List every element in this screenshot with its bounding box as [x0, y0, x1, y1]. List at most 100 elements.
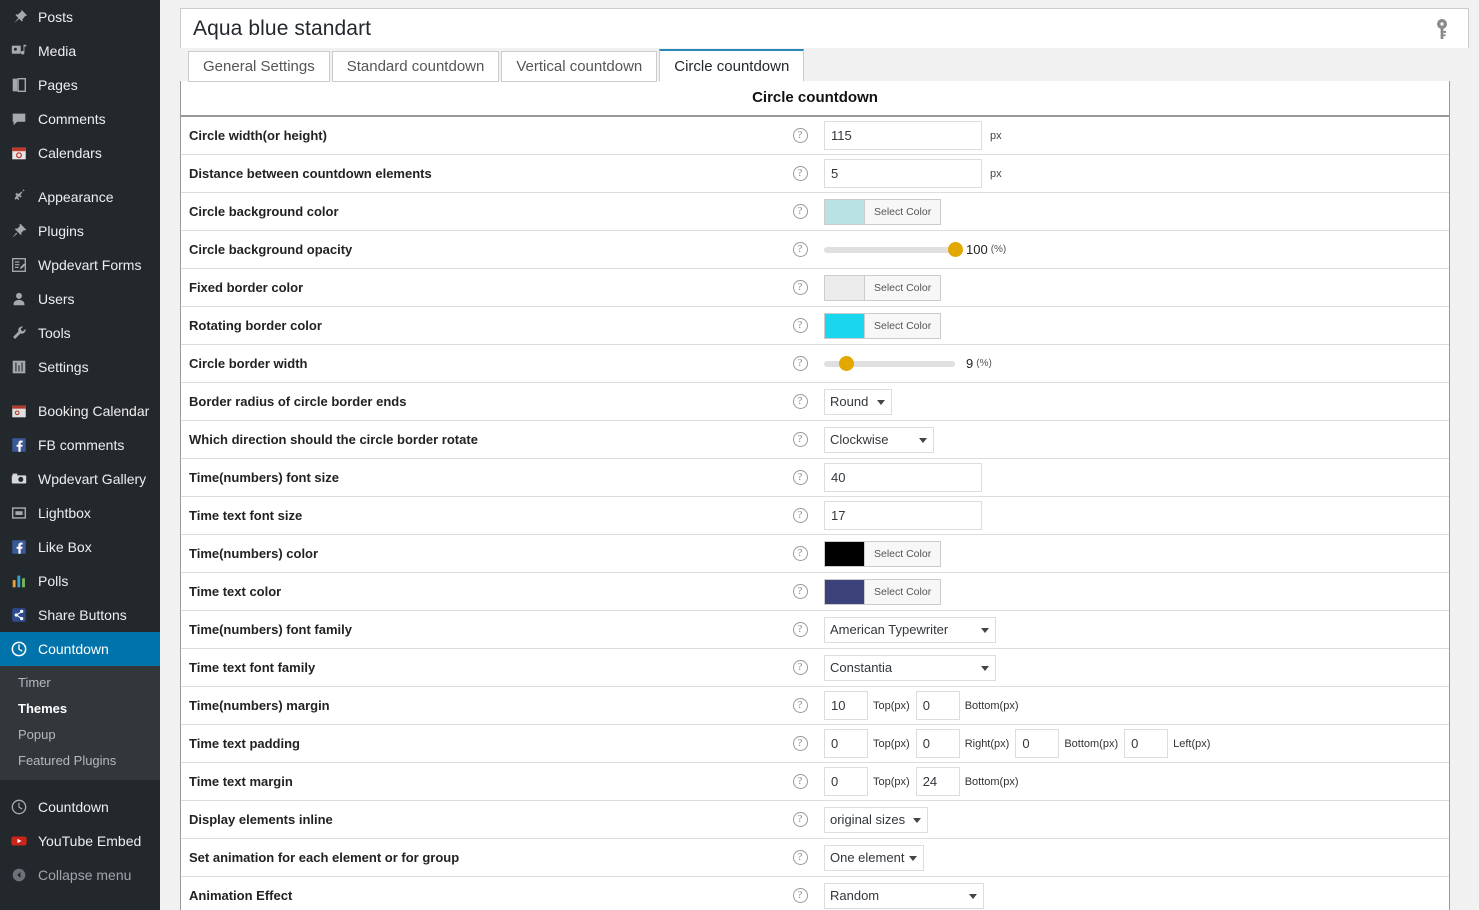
help-icon[interactable]: ? — [792, 242, 808, 257]
animation-scope-select[interactable]: One element — [824, 844, 924, 871]
sidebar-item-booking-calendar[interactable]: Booking Calendar — [0, 394, 160, 428]
numbers-font-size-input[interactable] — [824, 463, 982, 492]
slider-track[interactable] — [824, 242, 963, 257]
text-padding-top-input[interactable] — [824, 729, 868, 758]
rotating-border-color-picker[interactable]: Select Color — [824, 312, 942, 339]
sidebar-item-fb-comments[interactable]: FB comments — [0, 428, 160, 462]
sidebar-item-share-buttons[interactable]: Share Buttons — [0, 598, 160, 632]
animation-effect-select[interactable]: Random — [824, 882, 984, 909]
select-color-button[interactable]: Select Color — [865, 579, 941, 604]
sidebar-item-pages[interactable]: Pages — [0, 68, 160, 102]
help-icon[interactable]: ? — [792, 508, 808, 523]
slider-value: 100 — [966, 242, 988, 257]
tab-vertical-countdown[interactable]: Vertical countdown — [501, 51, 658, 82]
sidebar-item-posts[interactable]: Posts — [0, 0, 160, 34]
help-icon[interactable]: ? — [792, 584, 808, 599]
select-color-button[interactable]: Select Color — [865, 313, 941, 338]
sidebar-item-users[interactable]: Users — [0, 282, 160, 316]
rotate-direction-select-wrap: Clockwise — [824, 426, 934, 453]
sidebar-item-plugins[interactable]: Plugins — [0, 214, 160, 248]
help-icon[interactable]: ? — [792, 622, 808, 637]
help-icon[interactable]: ? — [792, 356, 808, 371]
rotate-direction-select[interactable]: Clockwise — [824, 426, 934, 453]
help-icon[interactable]: ? — [792, 660, 808, 675]
slider-thumb[interactable] — [947, 242, 963, 257]
distance-input[interactable] — [824, 159, 982, 188]
help-icon[interactable]: ? — [792, 812, 808, 827]
slider-thumb[interactable] — [838, 356, 854, 371]
sidebar-item-appearance[interactable]: Appearance — [0, 180, 160, 214]
select-color-button[interactable]: Select Color — [865, 541, 941, 566]
text-margin-bottom-input[interactable] — [915, 767, 960, 796]
circle-bg-color-picker[interactable]: Select Color — [824, 198, 942, 225]
row-label: Circle width(or height) — [189, 128, 327, 143]
numbers-color-picker[interactable]: Select Color — [824, 540, 942, 567]
circle-bg-opacity-slider[interactable]: 100 (%) — [824, 242, 1006, 257]
help-icon[interactable]: ? — [792, 470, 808, 485]
sidebar-item-youtube-embed[interactable]: YouTube Embed — [0, 824, 160, 858]
help-icon[interactable]: ? — [792, 128, 808, 143]
camera-icon — [9, 469, 29, 489]
sidebar-item-collapse-menu[interactable]: Collapse menu — [0, 858, 160, 892]
sidebar-item-comments[interactable]: Comments — [0, 102, 160, 136]
help-icon[interactable]: ? — [792, 546, 808, 561]
help-icon[interactable]: ? — [792, 698, 808, 713]
help-icon[interactable]: ? — [792, 394, 808, 409]
text-color-picker[interactable]: Select Color — [824, 578, 942, 605]
clock-outline-icon — [9, 797, 29, 817]
row-control: Select Color — [819, 573, 1449, 610]
tab-circle-countdown[interactable]: Circle countdown — [659, 49, 805, 82]
slider-track[interactable] — [824, 356, 955, 371]
help-cell: ? — [781, 280, 819, 295]
sidebar-item-lightbox[interactable]: Lightbox — [0, 496, 160, 530]
row-label: Animation Effect — [189, 888, 293, 903]
sidebar-item-label: Comments — [38, 111, 106, 127]
circle-border-width-slider[interactable]: 9 (%) — [824, 356, 992, 371]
help-icon[interactable]: ? — [792, 318, 808, 333]
key-icon[interactable] — [1434, 18, 1450, 45]
text-padding-right-input[interactable] — [915, 729, 960, 758]
numbers-margin-bottom-input[interactable] — [915, 691, 960, 720]
text-font-size-input[interactable] — [824, 501, 982, 530]
sidebar-item-wpdevart-gallery[interactable]: Wpdevart Gallery — [0, 462, 160, 496]
help-icon[interactable]: ? — [792, 736, 808, 751]
numbers-margin-top-input[interactable] — [824, 691, 868, 720]
row-control: Select Color — [819, 193, 1449, 230]
select-color-button[interactable]: Select Color — [865, 275, 941, 300]
sidebar-item-wpdevart-forms[interactable]: Wpdevart Forms — [0, 248, 160, 282]
sidebar-item-label: Countdown — [38, 641, 109, 657]
sidebar-item-tools[interactable]: Tools — [0, 316, 160, 350]
help-icon[interactable]: ? — [792, 888, 808, 903]
circle-width-input[interactable] — [824, 121, 982, 150]
help-icon[interactable]: ? — [792, 166, 808, 181]
help-icon[interactable]: ? — [792, 774, 808, 789]
select-color-button[interactable]: Select Color — [865, 199, 941, 224]
help-cell: ? — [781, 584, 819, 599]
numbers-font-family-select[interactable]: American Typewriter — [824, 616, 996, 643]
main-content: Aqua blue standart General Settings Stan… — [160, 0, 1479, 910]
border-radius-select[interactable]: Round — [824, 388, 892, 415]
text-font-family-select[interactable]: Constantia — [824, 654, 996, 681]
submenu-item-popup[interactable]: Popup — [0, 722, 160, 748]
sidebar-item-media[interactable]: Media — [0, 34, 160, 68]
sidebar-item-calendars[interactable]: Calendars — [0, 136, 160, 170]
sidebar-item-like-box[interactable]: Like Box — [0, 530, 160, 564]
sidebar-item-settings[interactable]: Settings — [0, 350, 160, 384]
sidebar-item-countdown-plugin[interactable]: Countdown — [0, 790, 160, 824]
sidebar-item-countdown[interactable]: Countdown — [0, 632, 160, 666]
submenu-item-featured-plugins[interactable]: Featured Plugins — [0, 748, 160, 774]
fixed-border-color-picker[interactable]: Select Color — [824, 274, 942, 301]
help-icon[interactable]: ? — [792, 280, 808, 295]
display-inline-select[interactable]: original sizes — [824, 806, 928, 833]
text-margin-top-input[interactable] — [824, 767, 868, 796]
tab-standard-countdown[interactable]: Standard countdown — [331, 51, 500, 82]
help-icon[interactable]: ? — [792, 850, 808, 865]
help-icon[interactable]: ? — [792, 204, 808, 219]
submenu-item-timer[interactable]: Timer — [0, 670, 160, 696]
help-icon[interactable]: ? — [792, 432, 808, 447]
tab-general-settings[interactable]: General Settings — [188, 51, 330, 82]
sidebar-item-polls[interactable]: Polls — [0, 564, 160, 598]
text-padding-left-input[interactable] — [1124, 729, 1169, 758]
text-padding-bottom-input[interactable] — [1015, 729, 1060, 758]
submenu-item-themes[interactable]: Themes — [0, 696, 160, 722]
